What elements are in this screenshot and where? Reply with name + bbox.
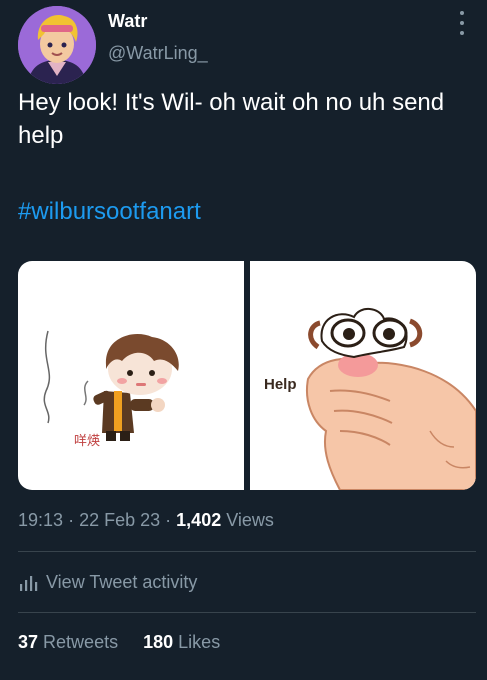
media-image-right[interactable]: Help [250,261,476,490]
activity-label: View Tweet activity [46,572,198,592]
likes-stat[interactable]: 180 Likes [143,632,220,652]
views-label: Views [226,510,274,530]
tweet-media[interactable]: 咩煐 Help [18,261,476,490]
avatar[interactable] [18,6,96,84]
retweets-label: Retweets [43,632,119,652]
more-options-icon[interactable] [455,11,469,35]
divider [18,612,476,613]
tweet-text: Hey look! It's Wil- oh wait oh no uh sen… [18,89,445,149]
media-image-left[interactable]: 咩煐 [18,261,244,490]
likes-label: Likes [178,632,221,652]
fist-squeeze-illustration: Help [264,308,476,490]
tweet-meta: 19:13 · 22 Feb 23 · 1,402 Views [18,510,274,531]
meta-separator: · [68,510,75,530]
tweet-time[interactable]: 19:13 [18,510,63,530]
hashtag-link[interactable]: #wilbursootfanart [18,198,201,226]
avatar-image [18,6,96,84]
likes-count: 180 [143,632,174,652]
retweets-count: 37 [18,632,39,652]
author-handle[interactable]: @WatrLing_ [108,43,208,64]
tweet-stats: 37 Retweets 180 Likes [18,632,220,653]
author-name[interactable]: Watr [108,11,147,32]
help-caption: Help [264,376,297,393]
bar-chart-icon [20,575,38,591]
views-count: 1,402 [176,510,222,530]
retweets-stat[interactable]: 37 Retweets [18,632,118,652]
divider [18,551,476,552]
meta-separator: · [165,510,172,530]
artist-signature: 咩煐 [74,433,100,449]
chibi-illustration: 咩煐 [43,330,179,449]
tweet-date[interactable]: 22 Feb 23 [79,510,160,530]
view-tweet-activity-button[interactable]: View Tweet activity [18,572,197,593]
